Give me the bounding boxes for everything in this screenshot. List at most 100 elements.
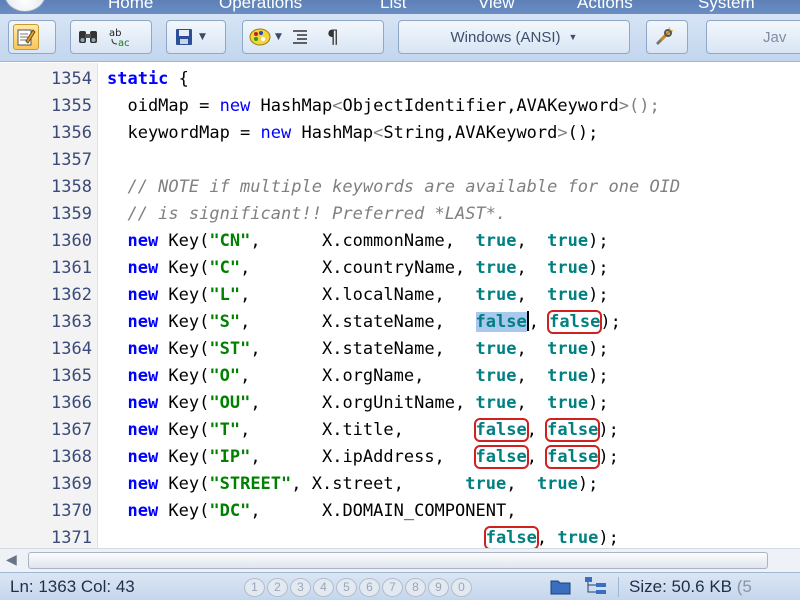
app-menu-button[interactable] <box>4 0 46 12</box>
tab-home[interactable]: Home <box>108 0 153 13</box>
line-number: 1354 <box>51 69 92 89</box>
line-number: 1371 <box>51 528 92 548</box>
replace-button[interactable]: ab ac <box>107 24 133 50</box>
tab-system[interactable]: System <box>698 0 755 13</box>
code-token: HashMap <box>250 96 333 116</box>
code-token: , X.orgName, <box>240 366 476 386</box>
code-token: , <box>526 447 548 467</box>
code-line[interactable]: 1370 new Key("DC", X.DOMAIN_COMPONENT, <box>0 498 800 525</box>
code-line[interactable]: 1356 keywordMap = new HashMap<String,AVA… <box>0 120 800 147</box>
save-group: ▼ <box>166 20 226 54</box>
line-code: new Key("CN", X.commonName, true, true); <box>107 228 608 255</box>
keyword-token: new <box>107 258 159 278</box>
code-token: , <box>536 528 558 548</box>
bookmark-slot[interactable]: 6 <box>359 578 380 597</box>
language-dropdown[interactable]: Jav <box>706 20 800 54</box>
encoding-dropdown[interactable]: Windows (ANSI) ▼ <box>398 20 630 54</box>
tree-view-icon[interactable] <box>584 576 608 600</box>
highlighted-boolean-token: false <box>483 526 539 548</box>
style-dropdown-arrow-icon[interactable]: ▼ <box>275 32 282 42</box>
code-editor[interactable]: 1354 static {1355 oidMap = new HashMap<Ob… <box>0 63 800 548</box>
line-code: new Key("L", X.localName, true, true); <box>107 282 608 309</box>
save-button[interactable] <box>171 24 197 50</box>
line-number: 1363 <box>51 312 92 332</box>
code-line[interactable]: 1361 new Key("C", X.countryName, true, t… <box>0 255 800 282</box>
line-number: 1368 <box>51 447 92 467</box>
code-line[interactable]: 1359 // is significant!! Preferred *LAST… <box>0 201 800 228</box>
line-number: 1360 <box>51 231 92 251</box>
line-code: oidMap = new HashMap<ObjectIdentifier,AV… <box>107 93 660 120</box>
keyword-token: new <box>107 447 159 467</box>
edit-group <box>8 20 56 54</box>
keyword-token: new <box>219 96 251 116</box>
code-line[interactable]: 1365 new Key("O", X.orgName, true, true)… <box>0 363 800 390</box>
file-size: Size: 50.6 KB (5 <box>618 577 752 597</box>
generic-bracket-token: >(); <box>618 96 660 116</box>
highlighted-boolean-token: false <box>547 310 603 334</box>
tools-button[interactable] <box>651 24 677 50</box>
code-token: , X.title, <box>240 420 476 440</box>
boolean-token: true <box>475 231 517 251</box>
tab-list[interactable]: List <box>380 0 406 13</box>
bookmark-slot[interactable]: 1 <box>244 578 265 597</box>
code-token: ); <box>600 312 621 332</box>
code-token: , <box>516 393 548 413</box>
bookmark-slot[interactable]: 2 <box>267 578 288 597</box>
code-line[interactable]: 1364 new Key("ST", X.stateName, true, tr… <box>0 336 800 363</box>
indent-button[interactable] <box>288 24 314 50</box>
code-line[interactable]: 1358 // NOTE if multiple keywords are av… <box>0 174 800 201</box>
style-button[interactable] <box>247 24 273 50</box>
line-code: new Key("IP", X.ipAddress, false, false)… <box>107 444 619 471</box>
scrollbar-thumb[interactable] <box>28 552 768 569</box>
bookmark-slot[interactable]: 0 <box>451 578 472 597</box>
code-line[interactable]: 1368 new Key("IP", X.ipAddress, false, f… <box>0 444 800 471</box>
generic-bracket-token: < <box>373 123 384 143</box>
code-line[interactable]: 1366 new Key("OU", X.orgUnitName, true, … <box>0 390 800 417</box>
pilcrow-icon: ¶ <box>326 26 339 48</box>
code-token: ); <box>588 393 609 413</box>
code-line[interactable]: 1357 <box>0 147 800 174</box>
toolbar: ab ac ▼ ▼ ¶ Windows (ANSI) ▼ Jav <box>0 14 800 62</box>
scroll-left-arrow-icon[interactable]: ◀ <box>6 552 17 568</box>
tab-actions[interactable]: Actions <box>577 0 633 13</box>
bookmark-slot[interactable]: 7 <box>382 578 403 597</box>
line-code: new Key("S", X.stateName, false, false); <box>107 309 621 336</box>
edit-mode-button[interactable] <box>13 24 39 50</box>
bookmark-slot[interactable]: 9 <box>428 578 449 597</box>
code-line[interactable]: 1371 false, true); <box>0 525 800 548</box>
bookmark-slot[interactable]: 8 <box>405 578 426 597</box>
folder-icon[interactable] <box>550 576 572 600</box>
comment-token: // is significant!! Preferred *LAST*. <box>107 204 507 224</box>
show-paragraph-marks-button[interactable]: ¶ <box>320 24 346 50</box>
indent-lines-icon <box>292 30 307 44</box>
code-token: Key( <box>158 231 210 251</box>
bookmark-slot[interactable]: 5 <box>336 578 357 597</box>
boolean-token: true <box>465 474 507 494</box>
code-line[interactable]: 1362 new Key("L", X.localName, true, tru… <box>0 282 800 309</box>
code-line[interactable]: 1367 new Key("T", X.title, false, false)… <box>0 417 800 444</box>
code-line[interactable]: 1363 new Key("S", X.stateName, false, fa… <box>0 309 800 336</box>
bookmark-slot[interactable]: 3 <box>290 578 311 597</box>
highlighted-boolean-token: false <box>473 445 529 469</box>
binoculars-icon <box>79 31 97 43</box>
notepad-pencil-icon <box>17 29 36 46</box>
line-number: 1355 <box>51 96 92 116</box>
save-dropdown-arrow-icon[interactable]: ▼ <box>199 32 206 42</box>
horizontal-scrollbar[interactable]: ◀ <box>0 548 800 572</box>
string-token: "L" <box>209 285 241 305</box>
tab-view[interactable]: View <box>478 0 515 13</box>
bookmark-slot[interactable]: 4 <box>313 578 334 597</box>
tab-operations[interactable]: Operations <box>219 0 302 13</box>
code-line[interactable]: 1369 new Key("STREET", X.street, true, t… <box>0 471 800 498</box>
code-line[interactable]: 1354 static { <box>0 66 800 93</box>
code-line[interactable]: 1355 oidMap = new HashMap<ObjectIdentifi… <box>0 93 800 120</box>
find-button[interactable] <box>75 24 101 50</box>
code-token: ); <box>598 528 619 548</box>
string-token: "IP" <box>209 447 251 467</box>
selected-boolean-token: false <box>475 312 527 332</box>
svg-text:ac: ac <box>118 38 130 48</box>
code-line[interactable]: 1360 new Key("CN", X.commonName, true, t… <box>0 228 800 255</box>
code-token: , <box>516 231 548 251</box>
string-token: "T" <box>209 420 241 440</box>
code-token: ); <box>588 258 609 278</box>
